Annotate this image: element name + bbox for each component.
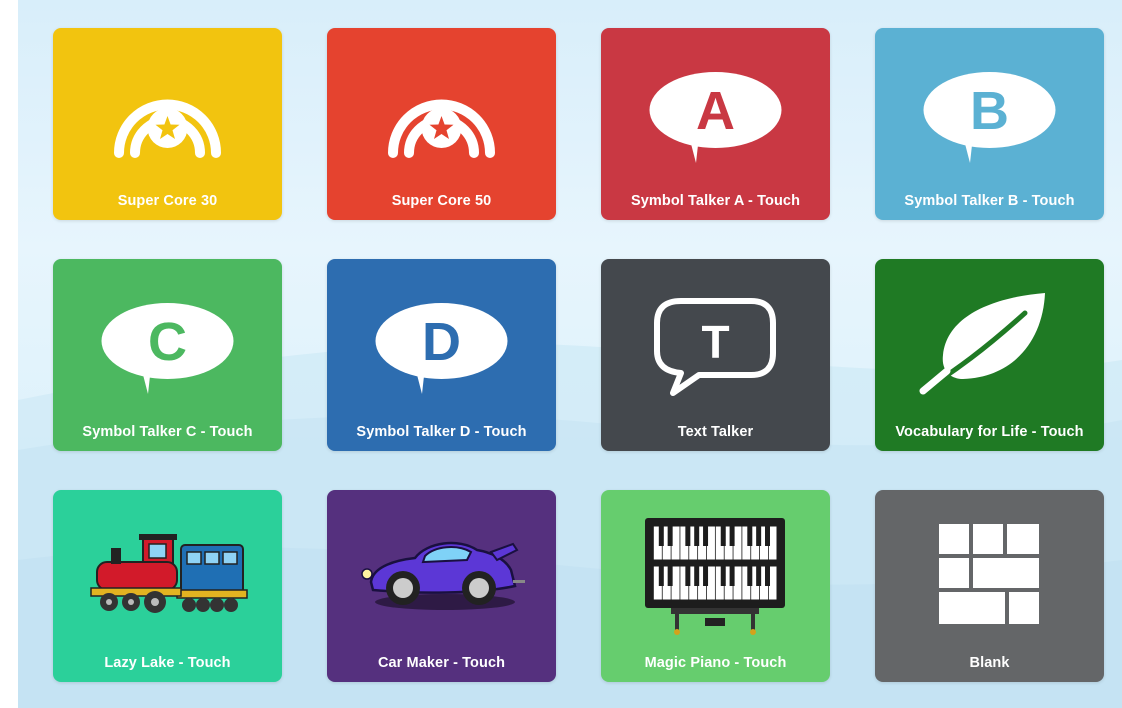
race-car-icon — [327, 490, 556, 650]
speech-bubble-letter-icon: D — [327, 259, 556, 419]
bubble-letter: A — [696, 81, 735, 141]
tile-label: Symbol Talker C - Touch — [82, 424, 253, 440]
tile-label: Vocabulary for Life - Touch — [895, 424, 1084, 440]
bubble-letter: C — [148, 312, 187, 372]
tile-label: Car Maker - Touch — [377, 655, 506, 671]
speech-bubble-outline-icon: T — [601, 259, 830, 419]
tile-text-talker[interactable]: T Text Talker — [601, 259, 830, 451]
tile-vocabulary-for-life[interactable]: Vocabulary for Life - Touch — [875, 259, 1104, 451]
tile-car-maker[interactable]: Car Maker - Touch — [327, 490, 556, 682]
tile-label: Text Talker — [677, 424, 754, 440]
tile-label: Lazy Lake - Touch — [104, 655, 231, 671]
bubble-letter: B — [970, 81, 1009, 141]
tile-lazy-lake[interactable]: Lazy Lake - Touch — [53, 490, 282, 682]
tile-super-core-50[interactable]: Super Core 50 — [327, 28, 556, 220]
tile-symbol-talker-b[interactable]: B Symbol Talker B - Touch — [875, 28, 1104, 220]
window-edge — [0, 0, 18, 708]
tile-super-core-30[interactable]: Super Core 30 — [53, 28, 282, 220]
tile-symbol-talker-c[interactable]: C Symbol Talker C - Touch — [53, 259, 282, 451]
super-core-rainbow-icon — [53, 28, 282, 188]
piano-icon — [601, 490, 830, 650]
super-core-rainbow-icon — [327, 28, 556, 188]
tile-blank[interactable]: Blank — [875, 490, 1104, 682]
train-icon — [53, 490, 282, 650]
tile-label: Symbol Talker A - Touch — [630, 193, 801, 209]
bubble-letter: T — [701, 316, 729, 368]
tile-label: Blank — [969, 655, 1010, 671]
tile-magic-piano[interactable]: Magic Piano - Touch — [601, 490, 830, 682]
tile-label: Magic Piano - Touch — [644, 655, 787, 671]
bubble-letter: D — [422, 312, 461, 372]
tile-label: Super Core 50 — [391, 193, 492, 209]
tile-label: Symbol Talker D - Touch — [356, 424, 527, 440]
tile-label: Symbol Talker B - Touch — [904, 193, 1075, 209]
speech-bubble-letter-icon: C — [53, 259, 282, 419]
speech-bubble-letter-icon: B — [875, 28, 1104, 188]
speech-bubble-letter-icon: A — [601, 28, 830, 188]
tile-symbol-talker-d[interactable]: D Symbol Talker D - Touch — [327, 259, 556, 451]
tile-symbol-talker-a[interactable]: A Symbol Talker A - Touch — [601, 28, 830, 220]
blank-grid-icon — [875, 490, 1104, 650]
tile-label: Super Core 30 — [117, 193, 218, 209]
leaf-icon — [875, 259, 1104, 419]
